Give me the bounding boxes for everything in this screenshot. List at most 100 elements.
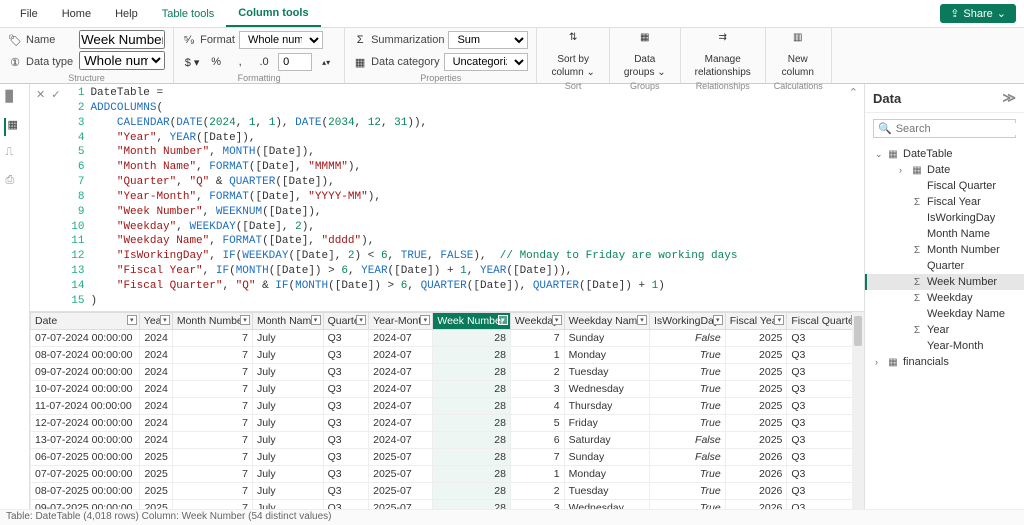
table-cell[interactable]: 28 [433, 431, 511, 448]
table-row[interactable]: 08-07-2025 00:00:0020257JulyQ32025-07282… [31, 482, 864, 499]
filter-dropdown-icon[interactable]: ▾ [498, 315, 508, 325]
table-cell[interactable]: 7 [172, 499, 252, 509]
table-row[interactable]: 07-07-2025 00:00:0020257JulyQ32025-07281… [31, 465, 864, 482]
table-row[interactable]: 11-07-2024 00:00:0020247JulyQ32024-07284… [31, 397, 864, 414]
table-cell[interactable]: False [649, 448, 725, 465]
table-cell[interactable]: Thursday [564, 397, 649, 414]
table-row[interactable]: 09-07-2025 00:00:0020257JulyQ32025-07283… [31, 499, 864, 509]
data-table[interactable]: Date▾Year▾Month Number▾Month Name▾Quarte… [30, 312, 864, 509]
field-node[interactable]: Month Name [865, 226, 1024, 242]
table-cell[interactable]: 2024 [139, 363, 172, 380]
table-cell[interactable]: 2025 [725, 363, 787, 380]
table-cell[interactable]: July [252, 414, 323, 431]
table-cell[interactable]: 7 [172, 329, 252, 346]
collapse-formula-button[interactable]: ⌃ [849, 86, 858, 99]
model-view-icon[interactable]: ⎍ [6, 146, 24, 164]
table-cell[interactable]: July [252, 431, 323, 448]
table-cell[interactable]: 2025 [139, 499, 172, 509]
column-header[interactable]: Weekday Name▾ [564, 312, 649, 329]
table-cell[interactable]: 2026 [725, 465, 787, 482]
table-cell[interactable]: 6 [510, 431, 564, 448]
table-cell[interactable]: True [649, 380, 725, 397]
table-cell[interactable]: 2024-07 [369, 431, 433, 448]
field-node[interactable]: Month Number [865, 242, 1024, 258]
table-row[interactable]: 09-07-2024 00:00:0020247JulyQ32024-07282… [31, 363, 864, 380]
table-cell[interactable]: 2025 [139, 465, 172, 482]
table-cell[interactable]: Tuesday [564, 363, 649, 380]
commit-formula-button[interactable]: ✓ [51, 88, 60, 101]
table-cell[interactable]: Friday [564, 414, 649, 431]
column-header[interactable]: Year-Month▾ [369, 312, 433, 329]
vertical-scrollbar[interactable] [852, 312, 864, 509]
table-cell[interactable]: 2024-07 [369, 414, 433, 431]
field-node[interactable]: Fiscal Quarter [865, 178, 1024, 194]
search-input[interactable] [896, 123, 1024, 135]
table-cell[interactable]: Wednesday [564, 380, 649, 397]
table-cell[interactable]: 2026 [725, 499, 787, 509]
table-cell[interactable]: 28 [433, 465, 511, 482]
sort-by-column-button[interactable]: ⇅ Sort by column ⌄ [545, 30, 600, 80]
column-header[interactable]: Month Number▾ [172, 312, 252, 329]
table-cell[interactable]: 28 [433, 346, 511, 363]
table-cell[interactable]: 28 [433, 414, 511, 431]
expand-pane-button[interactable]: ≫ [1002, 90, 1016, 106]
table-cell[interactable]: 28 [433, 482, 511, 499]
table-cell[interactable]: Q3 [323, 363, 369, 380]
table-cell[interactable]: Q3 [323, 431, 369, 448]
table-cell[interactable]: 2024-07 [369, 363, 433, 380]
table-cell[interactable]: 7 [172, 414, 252, 431]
category-select[interactable]: Uncategorized [444, 53, 528, 71]
table-cell[interactable]: True [649, 499, 725, 509]
table-cell[interactable]: 07-07-2024 00:00:00 [31, 329, 140, 346]
table-cell[interactable]: July [252, 380, 323, 397]
table-cell[interactable]: July [252, 448, 323, 465]
scrollbar-thumb[interactable] [854, 316, 862, 346]
table-cell[interactable]: 2025 [725, 346, 787, 363]
table-cell[interactable]: Q3 [323, 380, 369, 397]
table-cell[interactable]: 2025-07 [369, 448, 433, 465]
table-row[interactable]: 13-07-2024 00:00:0020247JulyQ32024-07286… [31, 431, 864, 448]
tab-table-tools[interactable]: Table tools [150, 2, 227, 26]
table-cell[interactable]: 2025 [139, 482, 172, 499]
table-cell[interactable]: 2026 [725, 448, 787, 465]
new-column-button[interactable]: ▥ New column [774, 30, 822, 80]
filter-dropdown-icon[interactable]: ▾ [356, 315, 366, 325]
table-cell[interactable]: 09-07-2025 00:00:00 [31, 499, 140, 509]
summarization-select[interactable]: Sum [448, 31, 528, 49]
table-cell[interactable]: 28 [433, 397, 511, 414]
table-cell[interactable]: 2024 [139, 329, 172, 346]
table-cell[interactable]: 12-07-2024 00:00:00 [31, 414, 140, 431]
decimal-input[interactable] [278, 53, 312, 71]
table-cell[interactable]: False [649, 431, 725, 448]
cancel-formula-button[interactable]: ✕ [36, 88, 45, 101]
datatype-select[interactable]: Whole number [79, 51, 165, 70]
table-cell[interactable]: 7 [510, 448, 564, 465]
table-cell[interactable]: 7 [172, 465, 252, 482]
table-cell[interactable]: Saturday [564, 431, 649, 448]
table-cell[interactable]: 2024 [139, 346, 172, 363]
table-cell[interactable]: 28 [433, 363, 511, 380]
table-cell[interactable]: 2024-07 [369, 346, 433, 363]
table-cell[interactable]: 2025 [725, 431, 787, 448]
table-cell[interactable]: Q3 [323, 482, 369, 499]
table-cell[interactable]: 2025 [725, 397, 787, 414]
name-input[interactable] [79, 30, 165, 49]
table-cell[interactable]: Q3 [323, 465, 369, 482]
table-cell[interactable]: 2025 [725, 380, 787, 397]
table-cell[interactable]: 13-07-2024 00:00:00 [31, 431, 140, 448]
tab-home[interactable]: Home [50, 2, 103, 26]
manage-relationships-button[interactable]: ⇉ Manage relationships [689, 30, 757, 80]
table-cell[interactable]: 7 [172, 448, 252, 465]
tab-file[interactable]: File [8, 2, 50, 26]
column-header[interactable]: Year▾ [139, 312, 172, 329]
table-cell[interactable]: True [649, 414, 725, 431]
table-cell[interactable]: 7 [172, 380, 252, 397]
table-cell[interactable]: 2024-07 [369, 380, 433, 397]
table-cell[interactable]: 3 [510, 499, 564, 509]
field-node[interactable]: Weekday [865, 290, 1024, 306]
table-cell[interactable]: July [252, 329, 323, 346]
data-groups-button[interactable]: ▦ Data groups ⌄ [618, 30, 672, 80]
tab-help[interactable]: Help [103, 2, 150, 26]
table-cell[interactable]: 2025-07 [369, 499, 433, 509]
filter-dropdown-icon[interactable]: ▾ [552, 315, 562, 325]
